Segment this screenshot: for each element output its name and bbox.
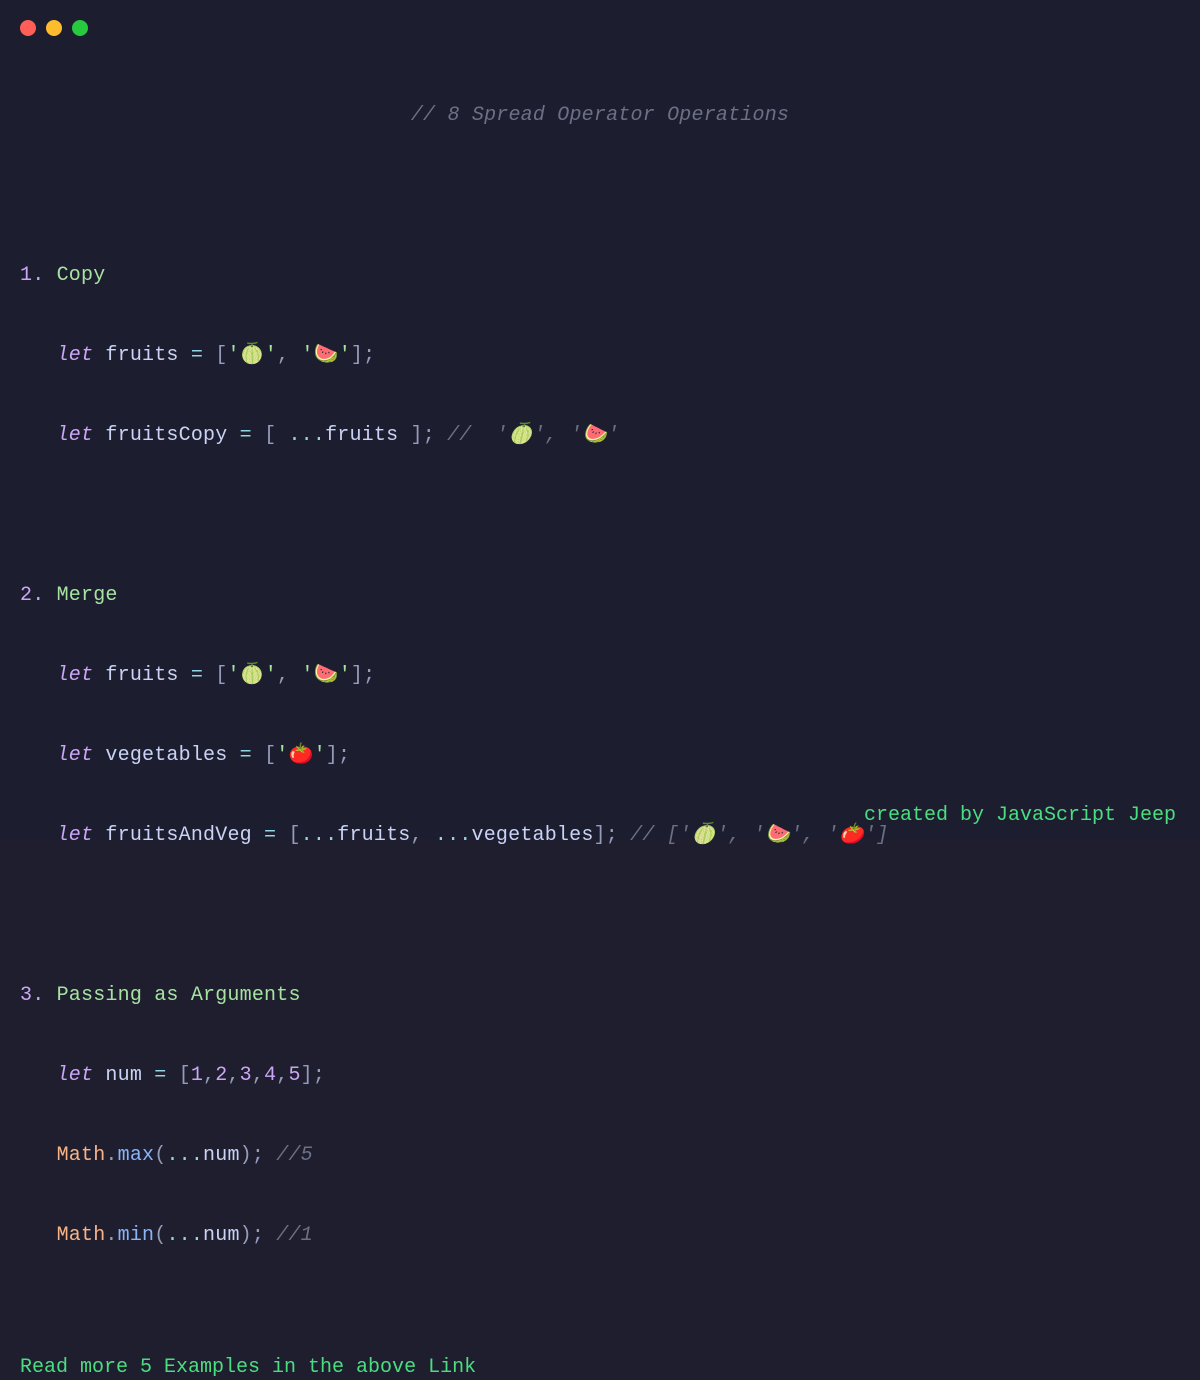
- close-icon[interactable]: [20, 20, 36, 36]
- code-line: Math.max(...num); //5: [20, 1136, 1180, 1176]
- code-window: // 8 Spread Operator Operations 1. Copy …: [0, 0, 1200, 839]
- read-more-link[interactable]: Read more 5 Examples in the above Link: [0, 1356, 1200, 1379]
- code-line: let vegetables = ['🍅'];: [20, 736, 1180, 776]
- blank-line: [20, 896, 1180, 936]
- code-line: let fruits = ['🍈', '🍉'];: [20, 336, 1180, 376]
- maximize-icon[interactable]: [72, 20, 88, 36]
- title-comment: // 8 Spread Operator Operations: [411, 104, 789, 127]
- code-body: // 8 Spread Operator Operations 1. Copy …: [0, 36, 1200, 1336]
- section-3-heading: 3. Passing as Arguments: [20, 976, 1180, 1016]
- credit-text: created by JavaScript Jeep: [864, 804, 1176, 827]
- section-2-heading: 2. Merge: [20, 576, 1180, 616]
- blank-line: [20, 496, 1180, 536]
- code-line: let fruits = ['🍈', '🍉'];: [20, 656, 1180, 696]
- section-1-heading: 1. Copy: [20, 256, 1180, 296]
- minimize-icon[interactable]: [46, 20, 62, 36]
- code-line: Math.min(...num); //1: [20, 1216, 1180, 1256]
- code-line: let fruitsCopy = [ ...fruits ]; // '🍈', …: [20, 416, 1180, 456]
- window-titlebar: [0, 0, 1200, 36]
- code-line: let num = [1,2,3,4,5];: [20, 1056, 1180, 1096]
- blank-line: [20, 176, 1180, 216]
